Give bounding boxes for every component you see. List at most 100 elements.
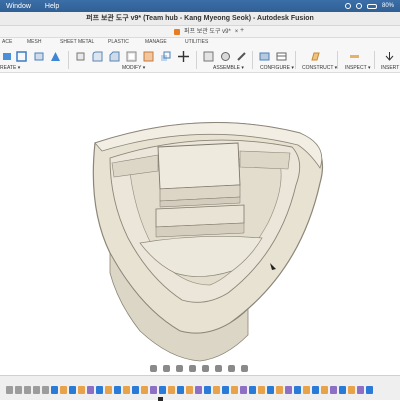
- timeline-extrude[interactable]: [348, 386, 355, 394]
- viewports-icon[interactable]: [241, 365, 248, 372]
- timeline-sketch[interactable]: [159, 386, 166, 394]
- plane-icon[interactable]: [310, 51, 321, 62]
- insert-group-label[interactable]: INSERT: [381, 65, 399, 71]
- timeline-extrude[interactable]: [276, 386, 283, 394]
- fit-icon[interactable]: [202, 365, 209, 372]
- create-form-icon[interactable]: [2, 51, 13, 62]
- timeline-sketch[interactable]: [312, 386, 319, 394]
- assemble-group-label[interactable]: ASSEMBLE ▾: [213, 65, 244, 71]
- shell-icon[interactable]: [126, 51, 137, 62]
- timeline-fillet[interactable]: [357, 386, 364, 394]
- timeline-sketch[interactable]: [339, 386, 346, 394]
- tab-plastic[interactable]: PLASTIC: [108, 39, 129, 45]
- battery-percent: 80%: [381, 3, 394, 9]
- create-group-label[interactable]: REATE ▾: [0, 65, 20, 71]
- orbit-icon[interactable]: [150, 365, 157, 372]
- workspace-tabs: ACE MESH SHEET METAL PLASTIC MANAGE UTIL…: [0, 38, 400, 47]
- timeline-extrude[interactable]: [303, 386, 310, 394]
- box-icon[interactable]: [34, 51, 45, 62]
- press-pull-icon[interactable]: [75, 51, 86, 62]
- tab-mesh[interactable]: MESH: [27, 39, 41, 45]
- document-tab[interactable]: 퍼프 보관 도구 v9* ×: [170, 27, 242, 37]
- add-tab-icon[interactable]: +: [240, 27, 244, 34]
- timeline-extrude[interactable]: [123, 386, 130, 394]
- 3d-viewport[interactable]: [0, 73, 400, 363]
- timeline-fillet[interactable]: [330, 386, 337, 394]
- tab-utilities[interactable]: UTILITIES: [185, 39, 208, 45]
- as-built-joint-icon[interactable]: [236, 51, 247, 62]
- timeline-start-icon[interactable]: [6, 386, 13, 394]
- timeline-sketch[interactable]: [294, 386, 301, 394]
- timeline-extrude[interactable]: [321, 386, 328, 394]
- timeline-sketch[interactable]: [267, 386, 274, 394]
- timeline-sketch[interactable]: [204, 386, 211, 394]
- insert-icon[interactable]: [384, 51, 395, 62]
- timeline-sketch[interactable]: [114, 386, 121, 394]
- tab-surface[interactable]: ACE: [2, 39, 12, 45]
- timeline-next-icon[interactable]: [33, 386, 40, 394]
- timeline-fillet[interactable]: [285, 386, 292, 394]
- siri-icon[interactable]: [355, 3, 362, 9]
- timeline-extrude[interactable]: [105, 386, 112, 394]
- toolbar-divider: [252, 51, 253, 69]
- move-icon[interactable]: [178, 51, 189, 62]
- timeline-sketch[interactable]: [366, 386, 373, 394]
- configure-icon[interactable]: [259, 51, 270, 62]
- table-icon[interactable]: [276, 51, 287, 62]
- control-center-icon[interactable]: [344, 3, 351, 9]
- timeline-sketch[interactable]: [69, 386, 76, 394]
- timeline-sketch[interactable]: [51, 386, 58, 394]
- timeline-extrude[interactable]: [213, 386, 220, 394]
- timeline-fillet[interactable]: [150, 386, 157, 394]
- timeline-sketch[interactable]: [249, 386, 256, 394]
- split-body-icon[interactable]: [143, 51, 154, 62]
- timeline-extrude[interactable]: [168, 386, 175, 394]
- menu-help[interactable]: Help: [45, 3, 59, 10]
- document-tab-row: 퍼프 보관 도구 v9* × +: [0, 26, 400, 38]
- timeline-fillet[interactable]: [87, 386, 94, 394]
- chamfer-icon[interactable]: [109, 51, 120, 62]
- measure-icon[interactable]: [349, 51, 360, 62]
- edit-form-icon[interactable]: [16, 51, 27, 62]
- new-component-icon[interactable]: [203, 51, 214, 62]
- timeline-extrude[interactable]: [60, 386, 67, 394]
- timeline-extrude[interactable]: [258, 386, 265, 394]
- close-icon[interactable]: ×: [235, 27, 239, 37]
- look-at-icon[interactable]: [163, 365, 170, 372]
- tab-manage[interactable]: MANAGE: [145, 39, 167, 45]
- macos-menu-bar: Window Help 80%: [0, 0, 400, 12]
- timeline-fillet[interactable]: [240, 386, 247, 394]
- battery-icon[interactable]: [366, 3, 377, 9]
- joint-icon[interactable]: [220, 51, 231, 62]
- timeline-sketch[interactable]: [132, 386, 139, 394]
- grid-settings-icon[interactable]: [228, 365, 235, 372]
- timeline-extrude[interactable]: [186, 386, 193, 394]
- fillet-icon[interactable]: [92, 51, 103, 62]
- zoom-icon[interactable]: [189, 365, 196, 372]
- timeline-fillet[interactable]: [195, 386, 202, 394]
- timeline-extrude[interactable]: [78, 386, 85, 394]
- pyramid-icon[interactable]: [50, 51, 61, 62]
- timeline-play-icon[interactable]: [24, 386, 31, 394]
- toolbar-divider: [68, 51, 69, 69]
- toolbar-divider: [337, 51, 338, 69]
- model-canvas[interactable]: [0, 73, 400, 363]
- tab-sheet-metal[interactable]: SHEET METAL: [60, 39, 94, 45]
- timeline-extrude[interactable]: [141, 386, 148, 394]
- timeline-end-icon[interactable]: [42, 386, 49, 394]
- pan-icon[interactable]: [176, 365, 183, 372]
- timeline-extrude[interactable]: [231, 386, 238, 394]
- timeline-marker[interactable]: [158, 397, 163, 401]
- display-settings-icon[interactable]: [215, 365, 222, 372]
- timeline-sketch[interactable]: [222, 386, 229, 394]
- timeline-sketch[interactable]: [177, 386, 184, 394]
- configure-group-label[interactable]: CONFIGURE ▾: [260, 65, 294, 71]
- inspect-group-label[interactable]: INSPECT ▾: [345, 65, 370, 71]
- modify-group-label[interactable]: MODIFY ▾: [122, 65, 145, 71]
- timeline-sketch[interactable]: [96, 386, 103, 394]
- menu-window[interactable]: Window: [6, 3, 31, 10]
- construct-group-label[interactable]: CONSTRUCT ▾: [302, 65, 337, 71]
- center-block[interactable]: [157, 142, 241, 190]
- timeline-prev-icon[interactable]: [15, 386, 22, 394]
- scale-icon[interactable]: [160, 51, 171, 62]
